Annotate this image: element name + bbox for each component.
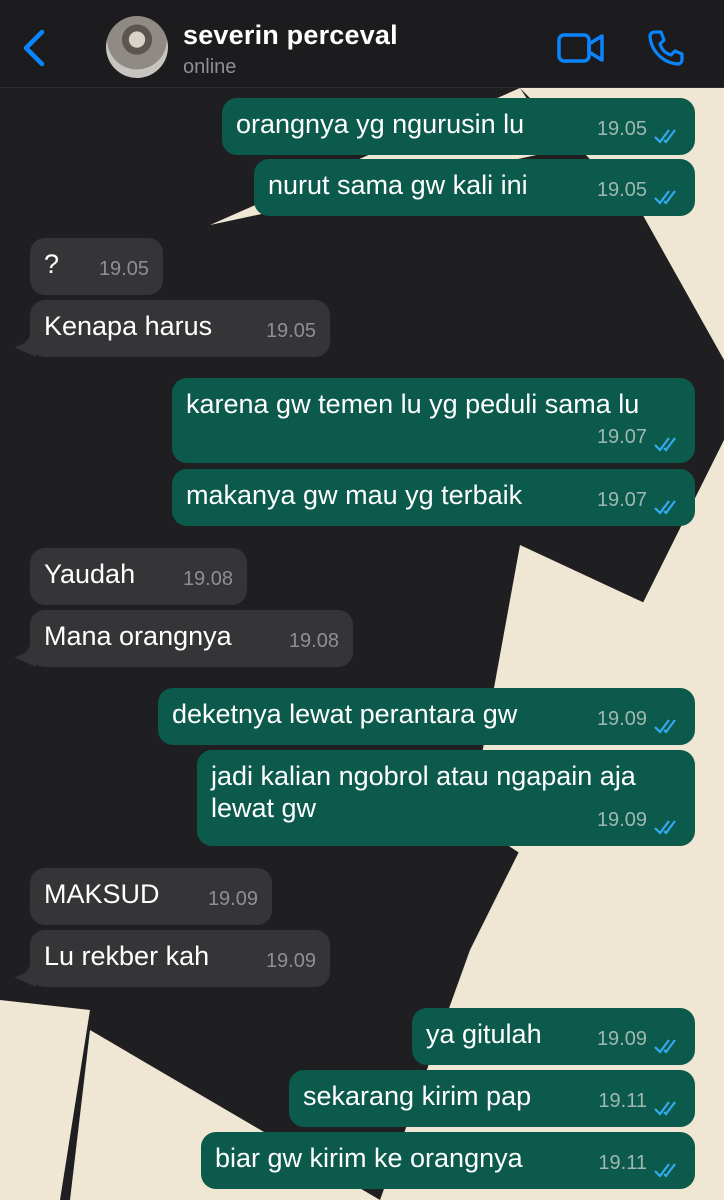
message-time: 19.05 <box>596 118 647 140</box>
double-check-icon <box>654 129 676 144</box>
message-text: ya gitulah <box>426 1019 542 1049</box>
contact-name[interactable]: severin perceval <box>183 20 398 51</box>
video-camera-icon <box>557 33 604 63</box>
message-text: makanya gw mau yg terbaik <box>186 480 523 510</box>
message-time: 19.09 <box>596 708 647 730</box>
double-check-icon <box>654 1101 676 1116</box>
message-bubble-incoming[interactable]: MAKSUD 19.09 <box>30 868 272 925</box>
message-bubble-incoming[interactable]: Kenapa harus 19.05 <box>30 300 330 357</box>
video-call-button[interactable] <box>556 30 606 66</box>
message-text: deketnya lewat perantara gw <box>172 699 518 729</box>
message-time: 19.07 <box>596 426 647 448</box>
message-text: Yaudah <box>44 559 136 589</box>
double-check-icon <box>654 437 676 452</box>
message-bubble-incoming[interactable]: Lu rekber kah 19.09 <box>30 930 330 987</box>
message-text: nurut sama gw kali ini <box>268 170 528 200</box>
message-time: 19.09 <box>265 950 316 972</box>
message-bubble-outgoing[interactable]: ya gitulah 19.09 <box>412 1008 695 1065</box>
message-text: sekarang kirim pap <box>303 1081 532 1111</box>
message-bubble-incoming[interactable]: Yaudah 19.08 <box>30 548 247 605</box>
message-time: 19.09 <box>596 1028 647 1050</box>
chat-header: severin perceval online <box>0 0 724 88</box>
message-text: Mana orangnya <box>44 621 232 651</box>
message-text: jadi kalian ngobrol atau ngapain aja lew… <box>211 761 636 823</box>
message-time: 19.08 <box>182 568 233 590</box>
message-bubble-incoming[interactable]: ? 19.05 <box>30 238 163 295</box>
message-time: 19.08 <box>288 630 339 652</box>
message-bubble-outgoing[interactable]: sekarang kirim pap 19.11 <box>289 1070 695 1127</box>
back-button[interactable] <box>16 26 52 70</box>
message-bubble-outgoing[interactable]: jadi kalian ngobrol atau ngapain aja lew… <box>197 750 695 846</box>
message-time: 19.07 <box>596 489 647 511</box>
message-bubble-outgoing[interactable]: biar gw kirim ke orangnya 19.11 <box>201 1132 695 1189</box>
message-bubble-outgoing[interactable]: karena gw temen lu yg peduli sama lu 19.… <box>172 378 695 463</box>
message-text: Lu rekber kah <box>44 941 210 971</box>
message-bubble-outgoing[interactable]: orangnya yg ngurusin lu 19.05 <box>222 98 695 155</box>
message-text: biar gw kirim ke orangnya <box>215 1143 523 1173</box>
phone-icon <box>648 30 684 66</box>
chevron-left-icon <box>23 29 45 67</box>
message-bubble-outgoing[interactable]: nurut sama gw kali ini 19.05 <box>254 159 695 216</box>
message-time: 19.11 <box>598 1090 647 1112</box>
contact-avatar[interactable] <box>106 16 168 78</box>
double-check-icon <box>654 190 676 205</box>
message-text: MAKSUD <box>44 879 160 909</box>
message-text: Kenapa harus <box>44 311 213 341</box>
double-check-icon <box>654 1163 676 1178</box>
message-time: 19.05 <box>265 320 316 342</box>
message-bubble-incoming[interactable]: Mana orangnya 19.08 <box>30 610 353 667</box>
message-text: karena gw temen lu yg peduli sama lu <box>186 389 640 419</box>
message-bubble-outgoing[interactable]: makanya gw mau yg terbaik 19.07 <box>172 469 695 526</box>
message-time: 19.05 <box>596 179 647 201</box>
voice-call-button[interactable] <box>646 28 686 68</box>
message-time: 19.09 <box>596 809 647 831</box>
double-check-icon <box>654 1039 676 1054</box>
message-text: ? <box>44 249 60 279</box>
message-time: 19.09 <box>207 888 258 910</box>
double-check-icon <box>654 500 676 515</box>
contact-status: online <box>183 56 237 78</box>
message-time: 19.11 <box>598 1152 647 1174</box>
message-text: orangnya yg ngurusin lu <box>236 109 525 139</box>
message-bubble-outgoing[interactable]: deketnya lewat perantara gw 19.09 <box>158 688 695 745</box>
double-check-icon <box>654 719 676 734</box>
message-time: 19.05 <box>98 258 149 280</box>
double-check-icon <box>654 820 676 835</box>
